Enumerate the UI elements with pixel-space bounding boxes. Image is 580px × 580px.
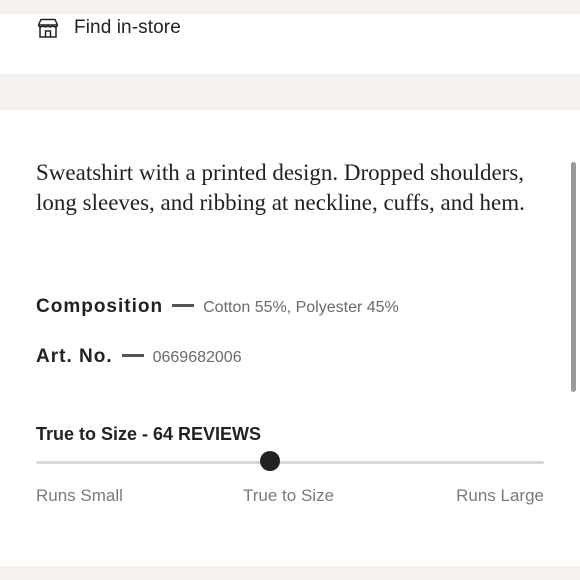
fit-slider-knob[interactable] (259, 451, 280, 471)
find-in-store-button[interactable]: Find in-store (36, 14, 181, 42)
fit-label-runs-small: Runs Small (36, 486, 123, 505)
art-no-label: Art. No. (36, 346, 113, 367)
composition-label: Composition (36, 296, 164, 317)
top-band (0, 0, 580, 14)
fit-title: True to Size - 64 REVIEWS (36, 424, 262, 444)
composition-row: Composition Cotton 55%, Polyester 45% (36, 296, 399, 318)
bottom-band (0, 566, 580, 580)
art-no-row: Art. No. 0669682006 (36, 346, 242, 368)
section-divider (0, 74, 580, 110)
composition-dash (172, 304, 195, 307)
fit-label-true-to-size: True to Size (243, 486, 335, 505)
store-icon (36, 16, 60, 40)
art-no-dash (121, 354, 144, 357)
fit-slider-track (36, 461, 544, 464)
product-details-panel: Sweatshirt with a printed design. Droppe… (0, 110, 580, 566)
scrollbar[interactable] (571, 162, 576, 392)
composition-value: Cotton 55%, Polyester 45% (203, 299, 399, 316)
find-in-store-row: Find in-store (0, 14, 580, 74)
fit-label-runs-large: Runs Large (456, 486, 544, 505)
art-no-value: 0669682006 (152, 349, 242, 366)
find-in-store-label: Find in-store (74, 17, 181, 38)
product-description: Sweatshirt with a printed design. Droppe… (36, 160, 525, 215)
